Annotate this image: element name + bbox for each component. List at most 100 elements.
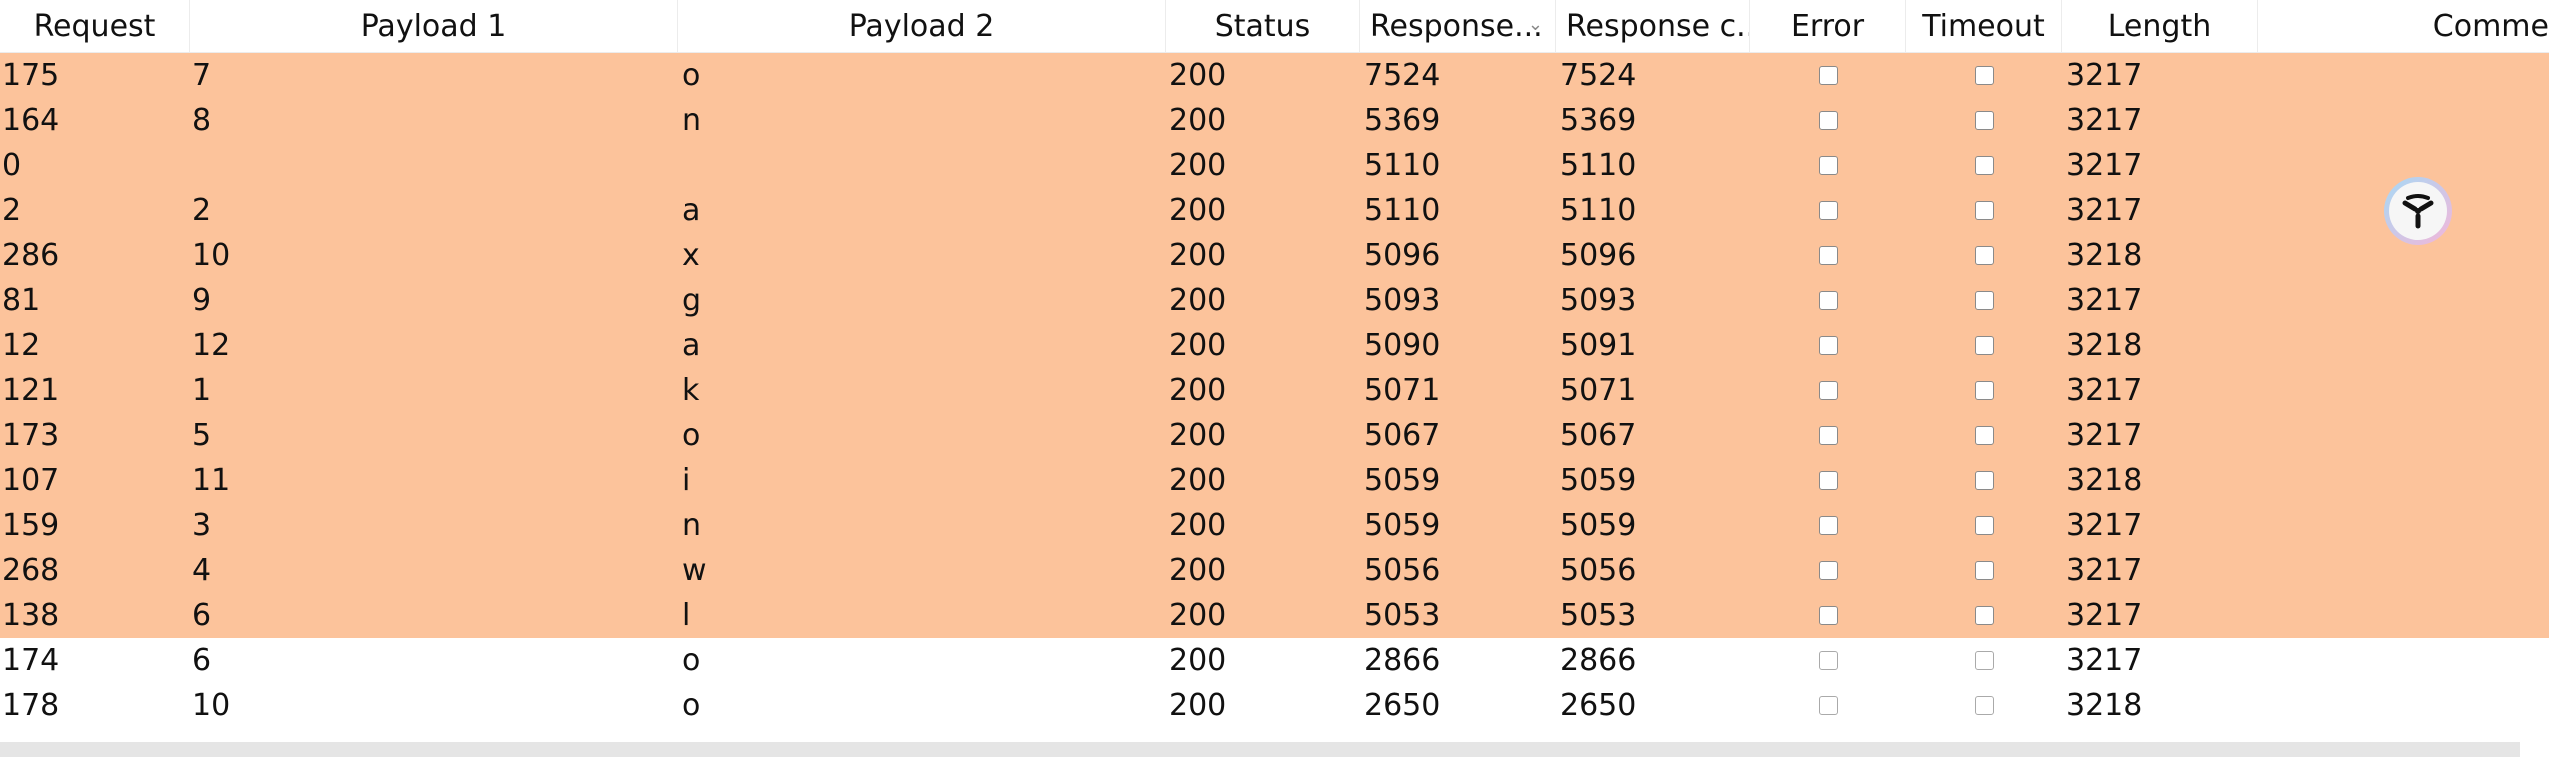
column-header-payload1[interactable]: Payload 1: [190, 0, 678, 52]
column-header-response-completed[interactable]: Response c...: [1556, 0, 1750, 52]
column-header-status[interactable]: Status: [1166, 0, 1360, 52]
cell-response-completed: 5091: [1560, 328, 1637, 363]
table-row[interactable]: 286 10 x 200 5096 5096 3218: [0, 233, 2549, 278]
floating-assistant-button[interactable]: [2384, 177, 2452, 245]
cell-payload2: o: [682, 688, 701, 723]
error-checkbox[interactable]: [1818, 561, 1838, 580]
table-row[interactable]: 0 200 5110 5110 3217: [0, 143, 2549, 188]
table-row[interactable]: 268 4 w 200 5056 5056 3217: [0, 548, 2549, 593]
timeout-checkbox[interactable]: [1974, 696, 1994, 715]
cell-response-completed: 5110: [1560, 193, 1637, 228]
table-row[interactable]: 107 11 i 200 5059 5059 3218: [0, 458, 2549, 503]
floating-assistant-inner: [2389, 182, 2447, 240]
timeout-checkbox[interactable]: [1974, 651, 1994, 670]
table-row[interactable]: 164 8 n 200 5369 5369 3217: [0, 98, 2549, 143]
column-header-timeout[interactable]: Timeout: [1906, 0, 2062, 52]
column-header-payload2[interactable]: Payload 2: [678, 0, 1166, 52]
cell-error: [1750, 98, 1906, 143]
cell-comment[interactable]: [2258, 548, 2549, 593]
error-checkbox[interactable]: [1818, 156, 1838, 175]
table-row[interactable]: 174 6 o 200 2866 2866 3217: [0, 638, 2549, 683]
error-checkbox[interactable]: [1818, 516, 1838, 535]
cell-comment[interactable]: [2258, 683, 2549, 728]
timeout-checkbox[interactable]: [1974, 291, 1994, 310]
cell-error: [1750, 53, 1906, 98]
column-header-error[interactable]: Error: [1750, 0, 1906, 52]
cell-error: [1750, 593, 1906, 638]
cell-timeout: [1906, 188, 2062, 233]
timeout-checkbox[interactable]: [1974, 156, 1994, 175]
table-row[interactable]: 81 9 g 200 5093 5093 3217: [0, 278, 2549, 323]
cell-timeout: [1906, 638, 2062, 683]
table-row[interactable]: 173 5 o 200 5067 5067 3217: [0, 413, 2549, 458]
timeout-checkbox[interactable]: [1974, 471, 1994, 490]
cell-payload2: a: [682, 193, 701, 228]
cell-response-completed: 5369: [1560, 103, 1637, 138]
cell-comment[interactable]: [2258, 458, 2549, 503]
horizontal-scrollbar[interactable]: [0, 742, 2520, 757]
cell-status: 200: [1169, 418, 1227, 453]
cell-response-completed: 5056: [1560, 553, 1637, 588]
cell-comment[interactable]: [2258, 368, 2549, 413]
cell-request: 12: [2, 328, 41, 363]
cell-payload2: o: [682, 58, 701, 93]
cell-comment[interactable]: [2258, 593, 2549, 638]
timeout-checkbox[interactable]: [1974, 426, 1994, 445]
cell-request: 286: [2, 238, 60, 273]
cell-error: [1750, 368, 1906, 413]
error-checkbox[interactable]: [1818, 201, 1838, 220]
column-header-response-received[interactable]: Response... ⌄: [1360, 0, 1556, 52]
cell-request: 0: [2, 148, 22, 183]
cell-comment[interactable]: [2258, 98, 2549, 143]
cell-status: 200: [1169, 328, 1227, 363]
timeout-checkbox[interactable]: [1974, 381, 1994, 400]
cell-timeout: [1906, 278, 2062, 323]
table-row[interactable]: 178 10 o 200 2650 2650 3218: [0, 683, 2549, 728]
error-checkbox[interactable]: [1818, 651, 1838, 670]
cell-response-received: 5110: [1364, 193, 1441, 228]
timeout-checkbox[interactable]: [1974, 246, 1994, 265]
timeout-checkbox[interactable]: [1974, 201, 1994, 220]
error-checkbox[interactable]: [1818, 696, 1838, 715]
table-row[interactable]: 159 3 n 200 5059 5059 3217: [0, 503, 2549, 548]
timeout-checkbox[interactable]: [1974, 516, 1994, 535]
timeout-checkbox[interactable]: [1974, 606, 1994, 625]
error-checkbox[interactable]: [1818, 336, 1838, 355]
cell-payload1: 9: [192, 283, 212, 318]
cell-timeout: [1906, 98, 2062, 143]
cell-payload2: n: [682, 508, 702, 543]
timeout-checkbox[interactable]: [1974, 66, 1994, 85]
cell-comment[interactable]: [2258, 413, 2549, 458]
cell-error: [1750, 188, 1906, 233]
cell-comment[interactable]: [2258, 638, 2549, 683]
cell-payload1: 2: [192, 193, 212, 228]
table-row[interactable]: 138 6 l 200 5053 5053 3217: [0, 593, 2549, 638]
error-checkbox[interactable]: [1818, 246, 1838, 265]
error-checkbox[interactable]: [1818, 66, 1838, 85]
cell-error: [1750, 278, 1906, 323]
table-row[interactable]: 12 12 a 200 5090 5091 3218: [0, 323, 2549, 368]
cell-request: 81: [2, 283, 41, 318]
error-checkbox[interactable]: [1818, 426, 1838, 445]
cell-comment[interactable]: [2258, 503, 2549, 548]
timeout-checkbox[interactable]: [1974, 561, 1994, 580]
cell-timeout: [1906, 143, 2062, 188]
timeout-checkbox[interactable]: [1974, 336, 1994, 355]
cell-request: 174: [2, 643, 60, 678]
table-row[interactable]: 175 7 o 200 7524 7524 3217: [0, 53, 2549, 98]
error-checkbox[interactable]: [1818, 606, 1838, 625]
error-checkbox[interactable]: [1818, 291, 1838, 310]
column-header-request[interactable]: Request: [0, 0, 190, 52]
error-checkbox[interactable]: [1818, 381, 1838, 400]
error-checkbox[interactable]: [1818, 111, 1838, 130]
error-checkbox[interactable]: [1818, 471, 1838, 490]
column-header-comment[interactable]: Comme: [2258, 0, 2549, 52]
cell-comment[interactable]: [2258, 323, 2549, 368]
table-row[interactable]: 2 2 a 200 5110 5110 3217: [0, 188, 2549, 233]
table-row[interactable]: 121 1 k 200 5071 5071 3217: [0, 368, 2549, 413]
column-header-length[interactable]: Length: [2062, 0, 2258, 52]
cell-error: [1750, 233, 1906, 278]
cell-comment[interactable]: [2258, 53, 2549, 98]
cell-comment[interactable]: [2258, 278, 2549, 323]
timeout-checkbox[interactable]: [1974, 111, 1994, 130]
